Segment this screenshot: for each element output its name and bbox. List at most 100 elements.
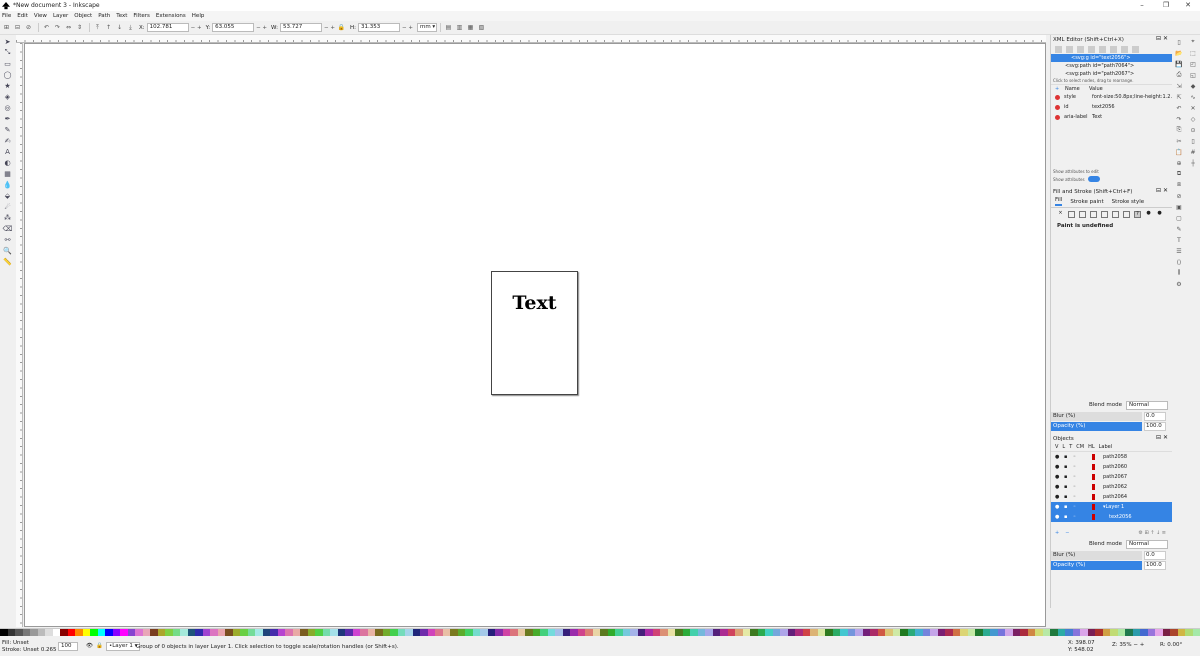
palette-swatch[interactable] xyxy=(585,629,593,636)
delete-node-icon[interactable] xyxy=(1088,45,1095,53)
lock-ratio-icon[interactable]: 🔒 xyxy=(337,23,346,32)
pencil-tool-icon[interactable]: ✎ xyxy=(3,125,12,134)
palette-swatch[interactable] xyxy=(345,629,353,636)
objects-blend-select[interactable]: Normal xyxy=(1126,539,1169,549)
palette-swatch[interactable] xyxy=(742,629,750,636)
palette-swatch[interactable] xyxy=(360,629,368,636)
xml-node[interactable]: <svg:path id="path7064"> xyxy=(1051,62,1172,70)
show-attributes-toggle[interactable] xyxy=(1087,176,1100,182)
close-panel-icon[interactable]: ⊟ ✕ xyxy=(1156,35,1168,42)
palette-swatch[interactable] xyxy=(397,629,405,636)
object-label[interactable]: text2056 xyxy=(1103,514,1132,520)
palette-swatch[interactable] xyxy=(757,629,765,636)
palette-swatch[interactable] xyxy=(247,629,255,636)
palette-swatch[interactable] xyxy=(937,629,945,636)
palette-swatch[interactable] xyxy=(480,629,488,636)
palette-swatch[interactable] xyxy=(720,629,728,636)
palette-swatch[interactable] xyxy=(1155,629,1163,636)
blur-slider[interactable]: Blur (%) xyxy=(1051,411,1142,421)
palette-swatch[interactable] xyxy=(705,629,713,636)
palette-swatch[interactable] xyxy=(907,629,915,636)
snap-intersection-icon[interactable]: ✕ xyxy=(1189,104,1197,112)
palette-swatch[interactable] xyxy=(1170,629,1178,636)
palette-swatch[interactable] xyxy=(630,629,638,636)
duplicate-icon[interactable]: ⧉ xyxy=(1175,170,1183,178)
lock-icon[interactable]: ▪ xyxy=(1064,494,1070,500)
palette-swatch[interactable] xyxy=(405,629,413,636)
palette-swatch[interactable] xyxy=(427,629,435,636)
palette-swatch[interactable] xyxy=(990,629,998,636)
palette-swatch[interactable] xyxy=(1080,629,1088,636)
palette-swatch[interactable] xyxy=(292,629,300,636)
palette-swatch[interactable] xyxy=(915,629,923,636)
object-row[interactable]: ● ▪ ◦ path2067 xyxy=(1051,472,1172,482)
attr-row[interactable]: style font-size:50.8px;line-height:1.2..… xyxy=(1051,92,1172,102)
palette-swatch[interactable] xyxy=(1125,629,1133,636)
layers-icon[interactable]: ☰ xyxy=(1175,247,1183,255)
star-tool-icon[interactable]: ★ xyxy=(3,81,12,90)
palette-swatch[interactable] xyxy=(622,629,630,636)
xml-node[interactable]: <svg:path id="path2067"> xyxy=(1051,70,1172,78)
open-icon[interactable]: 📂 xyxy=(1175,49,1183,57)
lower-to-bottom-icon[interactable]: ⤓ xyxy=(126,23,135,32)
tab-fill[interactable]: Fill xyxy=(1055,197,1063,206)
menu-path[interactable]: Path xyxy=(98,13,110,19)
copy-icon[interactable]: ⎘ xyxy=(1175,126,1183,134)
lower-node-icon[interactable] xyxy=(1132,45,1139,53)
add-layer-icon[interactable]: + xyxy=(1055,530,1059,536)
palette-swatch[interactable] xyxy=(1065,629,1073,636)
attr-row[interactable]: id text2056 xyxy=(1051,102,1172,112)
palette-swatch[interactable] xyxy=(1020,629,1028,636)
palette-swatch[interactable] xyxy=(870,629,878,636)
palette-swatch[interactable] xyxy=(600,629,608,636)
palette-swatch[interactable] xyxy=(37,629,45,636)
move-gradients-icon[interactable]: ▦ xyxy=(466,23,475,32)
horizontal-ruler[interactable] xyxy=(16,35,1046,43)
palette-swatch[interactable] xyxy=(1050,629,1058,636)
palette-swatch[interactable] xyxy=(615,629,623,636)
document-page[interactable]: Text xyxy=(491,271,578,395)
palette-swatch[interactable] xyxy=(112,629,120,636)
palette-swatch[interactable] xyxy=(682,629,690,636)
gradient-tool-icon[interactable]: ◐ xyxy=(3,158,12,167)
export-icon[interactable]: ⇱ xyxy=(1175,93,1183,101)
delete-attribute-icon[interactable] xyxy=(1055,114,1060,120)
menu-layer[interactable]: Layer xyxy=(53,13,68,19)
rotate-ccw-icon[interactable]: ↶ xyxy=(42,23,51,32)
palette-swatch[interactable] xyxy=(637,629,645,636)
palette-swatch[interactable] xyxy=(330,629,338,636)
eye-icon[interactable]: ● xyxy=(1055,474,1061,480)
palette-swatch[interactable] xyxy=(645,629,653,636)
lock-icon[interactable]: ▪ xyxy=(1064,454,1070,460)
group-icon[interactable]: ▣ xyxy=(1175,203,1183,211)
palette-swatch[interactable] xyxy=(210,629,218,636)
menu-object[interactable]: Object xyxy=(74,13,92,19)
preferences-icon[interactable]: ⚙ xyxy=(1175,280,1183,288)
palette-swatch[interactable] xyxy=(862,629,870,636)
object-label[interactable]: path2064 xyxy=(1103,494,1127,500)
palette-swatch[interactable] xyxy=(375,629,383,636)
dropper-tool-icon[interactable]: 💧 xyxy=(3,180,12,189)
palette-swatch[interactable] xyxy=(240,629,248,636)
palette-swatch[interactable] xyxy=(337,629,345,636)
snap-bbox-corner-icon[interactable]: ◱ xyxy=(1189,71,1197,79)
lock-icon[interactable]: ▪ xyxy=(1064,484,1070,490)
opacity-field[interactable]: 100 xyxy=(58,642,78,651)
unindent-icon[interactable] xyxy=(1099,45,1106,53)
palette-swatch[interactable] xyxy=(1027,629,1035,636)
palette-swatch[interactable] xyxy=(750,629,758,636)
palette-swatch[interactable] xyxy=(442,629,450,636)
palette-swatch[interactable] xyxy=(120,629,128,636)
palette-swatch[interactable] xyxy=(855,629,863,636)
flip-horizontal-icon[interactable]: ⇔ xyxy=(64,23,73,32)
tab-stroke-paint[interactable]: Stroke paint xyxy=(1070,199,1103,205)
snap-center-icon[interactable]: ⊙ xyxy=(1189,126,1197,134)
palette-swatch[interactable] xyxy=(157,629,165,636)
palette-swatch[interactable] xyxy=(847,629,855,636)
palette-swatch[interactable] xyxy=(675,629,683,636)
palette-swatch[interactable] xyxy=(165,629,173,636)
palette-swatch[interactable] xyxy=(300,629,308,636)
palette-swatch[interactable] xyxy=(570,629,578,636)
palette-swatch[interactable] xyxy=(532,629,540,636)
palette-swatch[interactable] xyxy=(1117,629,1125,636)
